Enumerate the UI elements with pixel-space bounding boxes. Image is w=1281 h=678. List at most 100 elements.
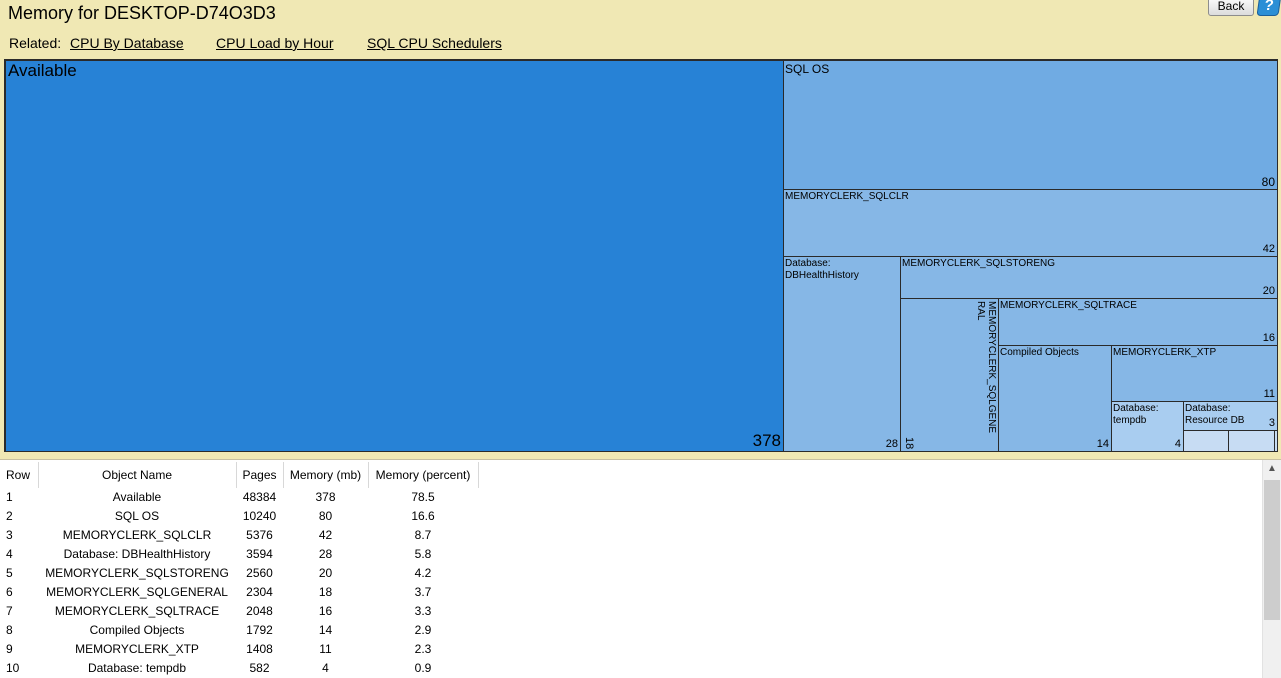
tile-small-object[interactable] xyxy=(1228,430,1275,451)
table-row[interactable]: 1 Available 48384 378 78.5 xyxy=(0,488,478,507)
tile-memoryclerk-xtp[interactable]: MEMORYCLERK_XTP 11 xyxy=(1111,345,1277,402)
table-cell-memory-mb: 42 xyxy=(318,528,333,542)
table-cell-pages: 1792 xyxy=(246,623,273,637)
tile-small-object[interactable] xyxy=(1274,430,1277,451)
column-header-object-name[interactable]: Object Name xyxy=(38,462,237,488)
table-row[interactable]: 6 MEMORYCLERK_SQLGENERAL 2304 18 3.7 xyxy=(0,583,478,602)
tile-value: 18 xyxy=(903,436,915,449)
table-row[interactable]: 2 SQL OS 10240 80 16.6 xyxy=(0,507,478,526)
table-row[interactable]: 10 Database: tempdb 582 4 0.9 xyxy=(0,659,478,678)
tile-label: Available xyxy=(8,61,77,80)
tile-value: 11 xyxy=(1263,388,1275,400)
tile-value: 20 xyxy=(1262,285,1275,297)
table-cell-row: 2 xyxy=(6,509,13,523)
table-cell-memory-mb: 20 xyxy=(318,566,333,580)
vertical-scrollbar[interactable]: ▲ xyxy=(1262,460,1281,678)
tile-label: Database: DBHealthHistory xyxy=(785,258,859,281)
table-cell-pages: 2560 xyxy=(246,566,273,580)
tile-label: SQL OS xyxy=(785,62,830,76)
table-cell-object-name: SQL OS xyxy=(114,509,160,523)
table-cell-memory-percent: 5.8 xyxy=(414,547,432,561)
tile-memoryclerk-sqlgeneral[interactable]: MEMORYCLERK_SQLGENE RAL 18 xyxy=(900,298,999,451)
tile-value: 4 xyxy=(1174,438,1181,450)
tile-database-resource-db[interactable]: Database: Resource DB 3 xyxy=(1183,401,1277,431)
table-cell-memory-percent: 4.2 xyxy=(414,566,432,580)
table-cell-memory-mb: 16 xyxy=(318,604,333,618)
tile-label: MEMORYCLERK_SQLSTORENG xyxy=(902,258,1056,269)
table-row[interactable]: 3 MEMORYCLERK_SQLCLR 5376 42 8.7 xyxy=(0,526,478,545)
tile-label: MEMORYCLERK_XTP xyxy=(1113,347,1217,358)
table-cell-object-name: Database: DBHealthHistory xyxy=(63,547,211,561)
table-row[interactable]: 4 Database: DBHealthHistory 3594 28 5.8 xyxy=(0,545,478,564)
memory-treemap: Available 378 SQL OS 80 MEMORYCLERK_SQLC… xyxy=(4,59,1278,452)
table-cell-row: 10 xyxy=(6,661,20,675)
table-cell-memory-mb: 4 xyxy=(322,661,329,675)
table-cell-pages: 582 xyxy=(249,661,270,675)
table-cell-row: 4 xyxy=(6,547,13,561)
table-row[interactable]: 9 MEMORYCLERK_XTP 1408 11 2.3 xyxy=(0,640,478,659)
table-cell-memory-mb: 80 xyxy=(318,509,333,523)
table-row[interactable]: 5 MEMORYCLERK_SQLSTORENG 2560 20 4.2 xyxy=(0,564,478,583)
table-cell-pages: 5376 xyxy=(246,528,273,542)
tile-memoryclerk-sqltrace[interactable]: MEMORYCLERK_SQLTRACE 16 xyxy=(998,298,1277,346)
table-cell-object-name: Compiled Objects xyxy=(89,623,185,637)
link-cpu-load-by-hour[interactable]: CPU Load by Hour xyxy=(216,35,334,51)
table-cell-pages: 2304 xyxy=(246,585,273,599)
tile-value: 14 xyxy=(1096,438,1109,450)
column-header-row[interactable]: Row xyxy=(0,462,39,488)
column-header-memory-percent[interactable]: Memory (percent) xyxy=(368,462,479,488)
tile-sql-os[interactable]: SQL OS 80 xyxy=(783,60,1277,190)
table-cell-memory-mb: 11 xyxy=(319,642,332,656)
tile-value: 3 xyxy=(1268,417,1275,429)
table-cell-memory-percent: 2.3 xyxy=(414,642,432,656)
table-cell-row: 9 xyxy=(6,642,13,656)
tile-value: 28 xyxy=(885,438,898,450)
tile-available[interactable]: Available 378 xyxy=(5,60,784,451)
column-header-pages[interactable]: Pages xyxy=(236,462,284,488)
tile-label: MEMORYCLERK_SQLCLR xyxy=(785,191,909,202)
tile-value: 42 xyxy=(1262,243,1275,255)
link-sql-cpu-schedulers[interactable]: SQL CPU Schedulers xyxy=(367,35,502,51)
table-row[interactable]: 8 Compiled Objects 1792 14 2.9 xyxy=(0,621,478,640)
tile-value: 378 xyxy=(752,431,781,450)
tile-label: Database: Resource DB xyxy=(1185,403,1245,426)
table-cell-row: 7 xyxy=(6,604,13,618)
tile-database-tempdb[interactable]: Database: tempdb 4 xyxy=(1111,401,1184,451)
table-cell-object-name: MEMORYCLERK_XTP xyxy=(75,642,199,656)
table-cell-memory-mb: 378 xyxy=(315,490,336,504)
table-cell-pages: 10240 xyxy=(242,509,277,523)
memory-table: Row Object Name Pages Memory (mb) Memory (pe… xyxy=(0,459,1281,678)
table-cell-memory-mb: 18 xyxy=(318,585,333,599)
table-cell-pages: 2048 xyxy=(246,604,273,618)
table-cell-object-name: Available xyxy=(112,490,162,504)
tile-database-dbhealthhistory[interactable]: Database: DBHealthHistory 28 xyxy=(783,256,901,451)
scroll-up-arrow-icon[interactable]: ▲ xyxy=(1263,460,1281,478)
link-cpu-by-database[interactable]: CPU By Database xyxy=(70,35,184,51)
tile-compiled-objects[interactable]: Compiled Objects 14 xyxy=(998,345,1112,451)
tile-memoryclerk-sqlstoreng[interactable]: MEMORYCLERK_SQLSTORENG 20 xyxy=(900,256,1277,299)
table-cell-row: 1 xyxy=(6,490,13,504)
table-cell-row: 5 xyxy=(6,566,13,580)
column-header-memory-mb[interactable]: Memory (mb) xyxy=(283,462,369,488)
table-cell-row: 8 xyxy=(6,623,13,637)
table-cell-object-name: MEMORYCLERK_SQLGENERAL xyxy=(46,585,228,599)
tile-value: 16 xyxy=(1262,332,1275,344)
back-button[interactable]: Back xyxy=(1208,0,1254,16)
table-cell-object-name: MEMORYCLERK_SQLCLR xyxy=(62,528,212,542)
tile-value: 80 xyxy=(1261,175,1275,189)
tile-label: Compiled Objects xyxy=(1000,347,1079,358)
table-cell-row: 3 xyxy=(6,528,13,542)
table-cell-memory-percent: 2.9 xyxy=(414,623,432,637)
table-cell-object-name: Database: tempdb xyxy=(87,661,187,675)
table-cell-object-name: MEMORYCLERK_SQLSTORENG xyxy=(45,566,229,580)
help-icon[interactable]: ? xyxy=(1256,0,1281,16)
tile-label: MEMORYCLERK_SQLTRACE xyxy=(1000,300,1137,311)
table-cell-memory-mb: 28 xyxy=(318,547,333,561)
page-title: Memory for DESKTOP-D74O3D3 xyxy=(8,3,276,23)
table-cell-memory-mb: 14 xyxy=(318,623,333,637)
tile-memoryclerk-sqlclr[interactable]: MEMORYCLERK_SQLCLR 42 xyxy=(783,189,1277,257)
table-cell-memory-percent: 0.9 xyxy=(414,661,432,675)
table-row[interactable]: 7 MEMORYCLERK_SQLTRACE 2048 16 3.3 xyxy=(0,602,478,621)
tile-small-object[interactable] xyxy=(1183,430,1229,451)
scrollbar-thumb[interactable] xyxy=(1264,480,1280,620)
